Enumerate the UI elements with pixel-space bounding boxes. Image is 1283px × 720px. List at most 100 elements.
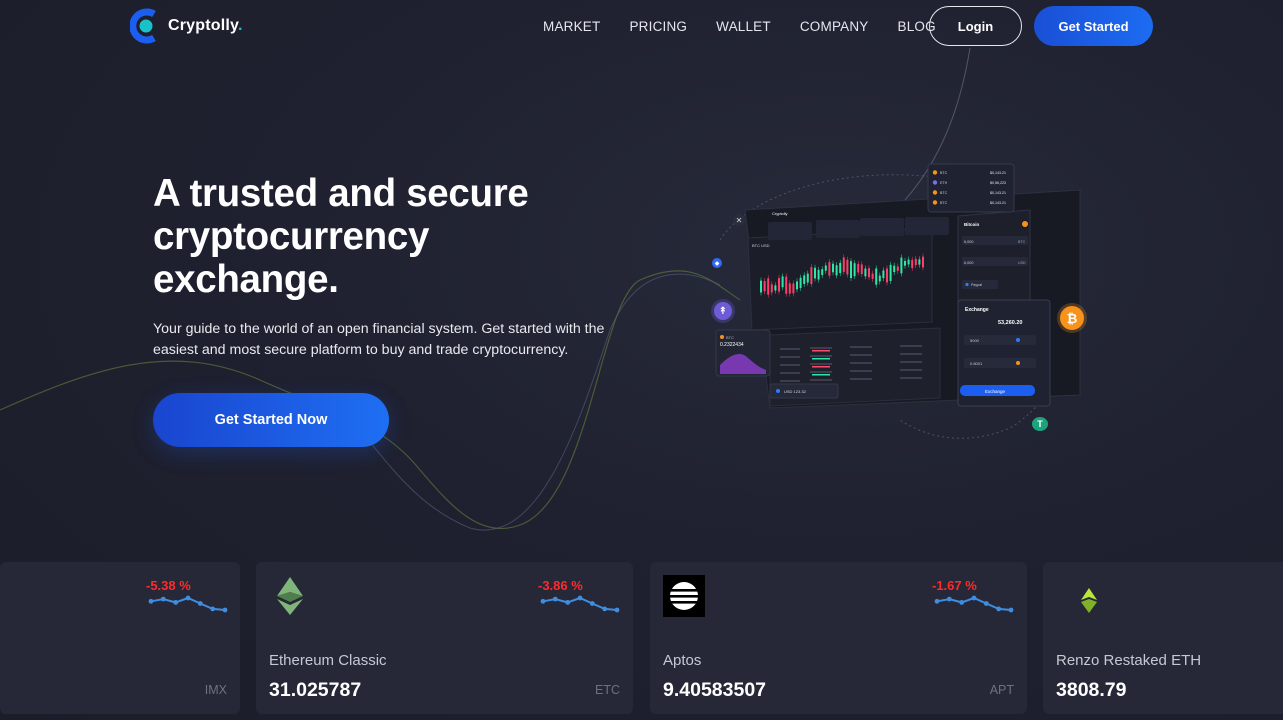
- candle-wick: [875, 265, 877, 288]
- hero-title-line-1: A trusted and secure: [153, 172, 529, 215]
- login-button[interactable]: Login: [929, 6, 1022, 46]
- market-card-imx[interactable]: -5.38 % IMX: [0, 562, 240, 714]
- chain-float-icon: ◆: [712, 258, 722, 268]
- exchange-dashboard-illustration: 0.2322434 BTC USD 123.32 Exchange 53,260…: [715, 163, 1081, 409]
- candle-wick: [857, 260, 859, 276]
- svg-text:Exchange: Exchange: [985, 389, 1006, 394]
- sparkline-point: [148, 598, 154, 604]
- card-symbol: IMX: [204, 683, 227, 697]
- hero-subtitle: Your guide to the world of an open finan…: [153, 321, 605, 358]
- candle-wick: [760, 277, 762, 296]
- sparkline-point: [934, 598, 940, 604]
- svg-text:Exchange: Exchange: [965, 307, 989, 313]
- aptos-icon: [663, 575, 705, 617]
- ticker-coin: BTC: [940, 201, 948, 205]
- card-symbol: ETC: [595, 683, 620, 697]
- ticker-coin-icon: [932, 190, 938, 195]
- ticker-price: $0,143.21: [990, 201, 1006, 205]
- sparkline-point: [210, 606, 216, 612]
- svg-text:5000: 5000: [970, 338, 980, 343]
- tether-float-icon: T: [1032, 417, 1048, 431]
- candle-wick: [879, 272, 881, 285]
- market-card-etc[interactable]: -3.86 % Ethereum Classic 31.025787 ETC: [256, 562, 633, 714]
- candle-wick: [890, 261, 891, 285]
- get-started-button[interactable]: Get Started: [1034, 6, 1153, 46]
- candle-wick: [847, 256, 848, 278]
- sparkline-point: [565, 600, 571, 605]
- change-label: -3.86 %: [538, 578, 583, 593]
- svg-text:USD: USD: [1018, 261, 1026, 265]
- candle-wick: [868, 265, 870, 281]
- candle-wick: [901, 254, 902, 277]
- candle-wick: [782, 273, 783, 291]
- coin-name: Ethereum Classic: [269, 652, 387, 669]
- candle-wick: [893, 262, 895, 275]
- ticker-coin: BTC: [940, 171, 948, 175]
- sparkline: [934, 595, 1014, 613]
- candle-wick: [821, 266, 823, 279]
- candle-wick: [922, 253, 924, 271]
- candle-wick: [904, 257, 906, 269]
- candle-wick: [818, 266, 819, 283]
- coin-price: 9.40583507: [663, 679, 767, 701]
- candle-wick: [832, 260, 834, 276]
- hero-title-line-2: cryptocurrency: [153, 215, 430, 258]
- sparkline-point: [589, 601, 595, 606]
- brand-name: Cryptolly.: [168, 17, 243, 34]
- candle-wick: [796, 278, 798, 293]
- nav-wallet[interactable]: WALLET: [716, 19, 771, 34]
- sparkline-point: [540, 598, 546, 604]
- candle-wick: [865, 265, 866, 280]
- ethereum-classic-icon: [277, 577, 303, 615]
- brand-logo[interactable]: Cryptolly.: [130, 8, 243, 44]
- sparkline-point: [552, 596, 558, 602]
- coin-price: 3808.79: [1056, 679, 1127, 701]
- candle-wick: [886, 265, 888, 286]
- sparkline-point: [1008, 607, 1014, 613]
- nav-market[interactable]: MARKET: [543, 19, 600, 34]
- candle-wick: [775, 282, 776, 294]
- logo-mark-icon: [130, 8, 156, 44]
- candle-wick: [778, 275, 780, 295]
- ticker-coin: BTC: [940, 191, 948, 195]
- svg-text:Paypal: Paypal: [971, 283, 982, 287]
- candle-wick: [843, 254, 845, 275]
- sparkline-point: [983, 601, 989, 606]
- svg-text:0.2322434: 0.2322434: [720, 342, 744, 348]
- candle-wick: [825, 262, 827, 274]
- bitcoin-float-icon: ₿: [1060, 306, 1084, 330]
- candle-wick: [771, 281, 773, 296]
- svg-text:0.8001: 0.8001: [970, 361, 983, 366]
- candle-wick: [883, 267, 884, 282]
- candle-wick: [793, 280, 794, 297]
- change-label: -1.67 %: [932, 578, 977, 593]
- candle-wick: [915, 255, 917, 269]
- ticker-coin-icon: [932, 200, 938, 205]
- svg-text:BTC: BTC: [1018, 240, 1026, 244]
- svg-text:BTC USD: BTC USD: [752, 243, 770, 248]
- sparkline: [540, 595, 620, 613]
- hero-title-line-3: exchange.: [153, 258, 339, 301]
- sparkline-point: [946, 596, 952, 602]
- nav-company[interactable]: COMPANY: [800, 19, 869, 34]
- nav-pricing[interactable]: PRICING: [629, 19, 687, 34]
- candle-wick: [829, 259, 830, 279]
- coin-name: Aptos: [663, 652, 702, 669]
- sparkline-point: [185, 595, 191, 601]
- coin-name: Renzo Restaked ETH: [1056, 652, 1202, 669]
- get-started-now-button[interactable]: Get Started Now: [153, 393, 389, 447]
- candle-wick: [800, 274, 801, 291]
- change-label: -5.38 %: [146, 578, 191, 593]
- candle-wick: [807, 270, 809, 286]
- card-symbol: APT: [989, 683, 1014, 697]
- sparkline-point: [602, 606, 608, 612]
- xrp-float-icon: ✕: [733, 214, 745, 226]
- candle-wick: [764, 278, 765, 295]
- market-card-apt[interactable]: -1.67 % Aptos 9.40583507 APT: [650, 562, 1027, 714]
- candle-wick: [836, 262, 837, 279]
- sparkline-point: [160, 596, 166, 602]
- sparkline-point: [222, 607, 228, 613]
- svg-text:Cryptolly: Cryptolly: [772, 211, 788, 216]
- sparkline-point: [996, 606, 1002, 612]
- market-card-ezeth[interactable]: Renzo Restaked ETH 3808.79: [1043, 562, 1283, 714]
